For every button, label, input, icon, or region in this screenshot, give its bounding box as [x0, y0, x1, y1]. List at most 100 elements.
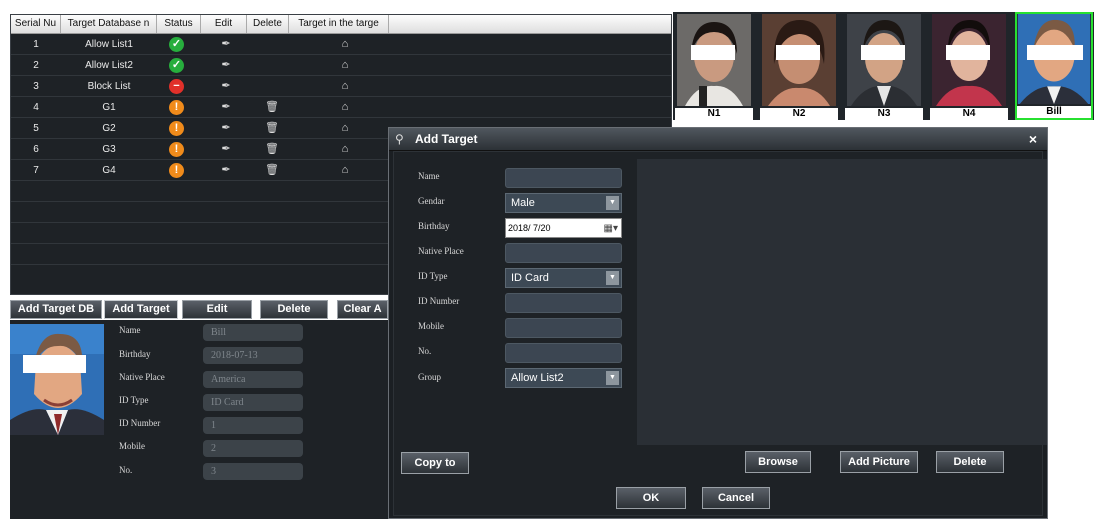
birthday-date-picker[interactable]: 2018/ 7/20 ▦▾ [505, 218, 622, 238]
pencil-icon[interactable]: ✒ [218, 76, 234, 97]
table-row[interactable]: 1 Allow List1 ✓ ✒ ⌂ [11, 34, 671, 55]
pencil-icon[interactable]: ✒ [218, 139, 234, 160]
clear-all-button[interactable]: Clear A [337, 300, 388, 319]
trash-icon[interactable]: 🗑 [264, 97, 280, 118]
pencil-icon[interactable]: ✒ [218, 160, 234, 181]
gender-select-value: Male [511, 197, 535, 209]
edit-button[interactable]: Edit [182, 300, 252, 319]
thumbnail-bill[interactable]: Bill [1015, 12, 1093, 120]
browse-button[interactable]: Browse [745, 451, 811, 473]
target-photo [10, 324, 104, 435]
detail-birthday-label: Birthday [119, 349, 151, 359]
detail-name-field: Bill [203, 324, 303, 341]
home-icon[interactable]: ⌂ [337, 118, 353, 139]
target-detail-panel: Name Birthday Native Place ID Type ID Nu… [10, 320, 388, 519]
trash-icon[interactable]: 🗑 [264, 118, 280, 139]
status-ok-icon: ✓ [169, 37, 184, 52]
id-type-select[interactable]: ID Card ▼ [505, 268, 622, 288]
face-mask [861, 45, 905, 60]
status-warning-icon: ! [169, 163, 184, 178]
table-row[interactable]: 2 Allow List2 ✓ ✒ ⌂ [11, 55, 671, 76]
trash-icon[interactable]: 🗑 [264, 160, 280, 181]
column-header-edit[interactable]: Edit [201, 15, 247, 33]
chevron-down-icon[interactable]: ▼ [606, 371, 619, 385]
thumbnail-label: N3 [845, 108, 923, 120]
cancel-button[interactable]: Cancel [702, 487, 770, 509]
column-header-status[interactable]: Status [157, 15, 201, 33]
table-row[interactable]: 3 Block List − ✒ ⌂ [11, 76, 671, 97]
chevron-down-icon[interactable]: ▼ [606, 196, 619, 210]
home-icon[interactable]: ⌂ [337, 34, 353, 55]
mobile-input[interactable] [505, 318, 622, 338]
thumbnail-n3[interactable]: N3 [845, 14, 923, 120]
column-header-target[interactable]: Target in the targe [289, 15, 389, 33]
calendar-icon[interactable]: ▦▾ [604, 220, 618, 238]
home-icon[interactable]: ⌂ [337, 139, 353, 160]
serial-cell: 7 [33, 165, 39, 176]
serial-cell: 5 [33, 123, 39, 134]
thumbnail-label: Bill [1017, 106, 1091, 118]
face-mask [691, 45, 735, 60]
home-icon[interactable]: ⌂ [337, 97, 353, 118]
detail-mobile-field: 2 [203, 440, 303, 457]
detail-birthday-field: 2018-07-13 [203, 347, 303, 364]
id-number-input[interactable] [505, 293, 622, 313]
dialog-body: Name Gendar Birthday Native Place ID Typ… [393, 151, 1047, 516]
database-name-cell: G1 [102, 102, 116, 113]
table-row[interactable]: 4 G1! ✒ 🗑 ⌂ [11, 97, 671, 118]
gender-label: Gendar [418, 196, 445, 206]
thumbnail-n4[interactable]: N4 [930, 14, 1008, 120]
copy-to-button[interactable]: Copy to [401, 452, 469, 474]
name-input[interactable] [505, 168, 622, 188]
group-label: Group [418, 372, 441, 382]
dialog-delete-button[interactable]: Delete [936, 451, 1004, 473]
birthday-value: 2018/ 7/20 [508, 223, 551, 233]
chevron-down-icon[interactable]: ▼ [606, 271, 619, 285]
add-target-db-button[interactable]: Add Target DB [10, 300, 102, 319]
detail-id-type-field: ID Card [203, 394, 303, 411]
home-icon[interactable]: ⌂ [337, 76, 353, 97]
home-icon[interactable]: ⌂ [337, 160, 353, 181]
thumbnail-label: N1 [675, 108, 753, 120]
thumbnail-n2[interactable]: N2 [760, 14, 838, 120]
table-header-filler [389, 15, 671, 34]
serial-cell: 6 [33, 144, 39, 155]
database-name-cell: Block List [87, 81, 131, 92]
thumbnail-photo [677, 14, 751, 106]
dialog-titlebar[interactable]: ⚲ Add Target × [389, 128, 1047, 151]
column-header-delete[interactable]: Delete [247, 15, 289, 33]
no-label: No. [418, 346, 432, 356]
add-target-button[interactable]: Add Target [104, 300, 178, 319]
column-header-database-name[interactable]: Target Database n [61, 15, 157, 33]
add-picture-button[interactable]: Add Picture [840, 451, 918, 473]
thumbnail-label: N2 [760, 108, 838, 120]
no-input[interactable] [505, 343, 622, 363]
mobile-label: Mobile [418, 321, 444, 331]
trash-icon[interactable]: 🗑 [264, 139, 280, 160]
delete-button[interactable]: Delete [260, 300, 328, 319]
dialog-title: Add Target [415, 132, 478, 146]
face-mask [946, 45, 990, 60]
birthday-label: Birthday [418, 221, 450, 231]
status-warning-icon: ! [169, 142, 184, 157]
pencil-icon[interactable]: ✒ [218, 118, 234, 139]
id-type-select-value: ID Card [511, 272, 549, 284]
group-select[interactable]: Allow List2 ▼ [505, 368, 622, 388]
gender-select[interactable]: Male ▼ [505, 193, 622, 213]
pencil-icon[interactable]: ✒ [218, 34, 234, 55]
pencil-icon[interactable]: ✒ [218, 97, 234, 118]
picture-preview-area[interactable] [637, 159, 1047, 445]
ok-button[interactable]: OK [616, 487, 686, 509]
column-header-serial[interactable]: Serial Nu [11, 15, 61, 33]
group-select-value: Allow List2 [511, 372, 564, 384]
name-label: Name [418, 171, 440, 181]
thumbnail-n1[interactable]: N1 [675, 14, 753, 120]
face-mask [776, 45, 820, 60]
detail-no-label: No. [119, 465, 133, 475]
home-icon[interactable]: ⌂ [337, 55, 353, 76]
close-icon[interactable]: × [1029, 131, 1037, 147]
native-place-input[interactable] [505, 243, 622, 263]
status-ok-icon: ✓ [169, 58, 184, 73]
detail-native-place-field: America [203, 371, 303, 388]
pencil-icon[interactable]: ✒ [218, 55, 234, 76]
